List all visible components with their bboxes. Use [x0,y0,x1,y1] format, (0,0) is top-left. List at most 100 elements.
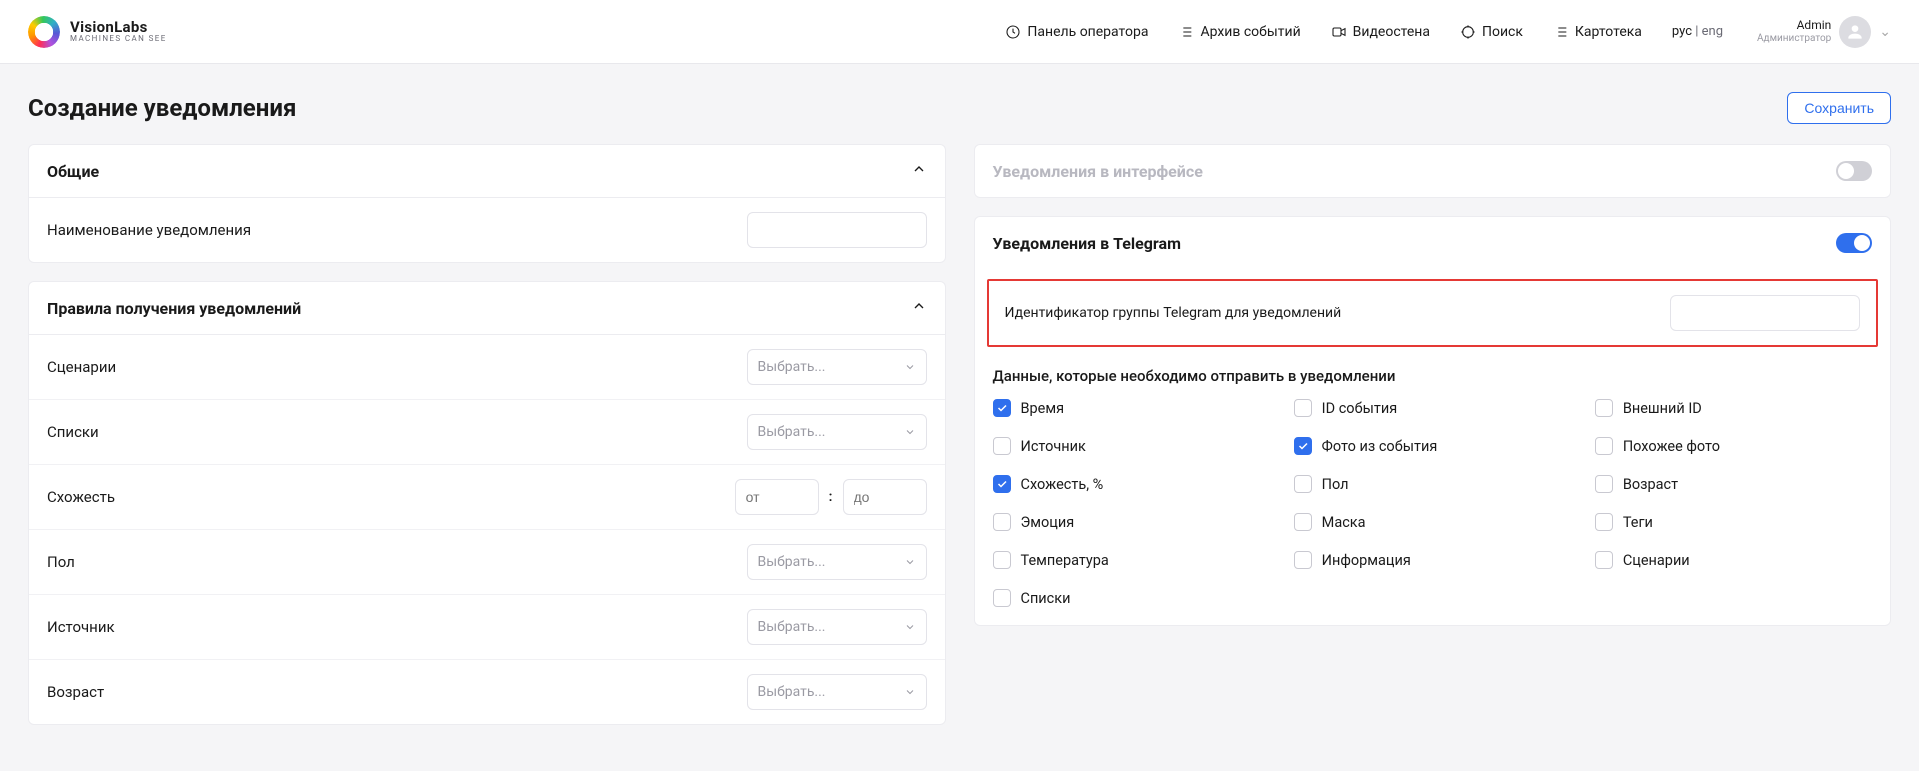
top-nav: Панель оператора Архив событий Видеостен… [1005,16,1891,48]
brand-text: VisionLabs MACHINES CAN SEE [70,20,167,43]
checkbox-lists[interactable]: Списки [993,589,1270,607]
checkbox-box-icon [1595,399,1613,417]
gender-select[interactable]: Выбрать... [747,544,927,580]
checkbox-box-icon [1595,437,1613,455]
checkbox-box-icon [1294,399,1312,417]
telegram-card: Уведомления в Telegram Идентификатор гру… [974,216,1892,626]
checkbox-box-icon [1294,475,1312,493]
brand-logo-icon [28,16,60,48]
save-button[interactable]: Сохранить [1787,92,1891,124]
nav-label: Картотека [1575,24,1642,40]
scenarios-select[interactable]: Выбрать... [747,349,927,385]
interface-notifications-toggle[interactable] [1836,161,1872,181]
checkbox-box-icon [993,513,1011,531]
telegram-checkbox-grid: Время ID события Внешний ID Источник Фото из… [975,399,1891,625]
general-card-header[interactable]: Общие [29,145,945,197]
chevron-down-icon [904,361,916,373]
similarity-label: Схожесть [47,488,115,506]
checkbox-time[interactable]: Время [993,399,1270,417]
brand[interactable]: VisionLabs MACHINES CAN SEE [28,16,167,48]
checkbox-event-id[interactable]: ID события [1294,399,1571,417]
checkbox-scenarios[interactable]: Сценарии [1595,551,1872,569]
checkbox-source[interactable]: Источник [993,437,1270,455]
checkbox-label: Пол [1322,476,1349,493]
checkbox-box-icon [993,437,1011,455]
lang-en[interactable]: eng [1702,24,1723,39]
range-separator: : [829,489,833,505]
similarity-to-input[interactable] [843,479,927,515]
checkbox-event-photo[interactable]: Фото из события [1294,437,1571,455]
checkbox-mask[interactable]: Маска [1294,513,1571,531]
checkbox-label: Маска [1322,514,1366,531]
checkbox-gender[interactable]: Пол [1294,475,1571,493]
list-icon [1553,24,1569,40]
checkbox-label: Возраст [1623,476,1678,493]
nav-label: Видеостена [1353,24,1430,40]
nav-event-archive[interactable]: Архив событий [1178,24,1300,40]
checkbox-box-icon [1595,475,1613,493]
target-icon [1460,24,1476,40]
checkbox-age[interactable]: Возраст [1595,475,1872,493]
scenarios-label: Сценарии [47,358,116,376]
checkbox-box-icon [1294,437,1312,455]
lists-select[interactable]: Выбрать... [747,414,927,450]
interface-notifications-title: Уведомления в интерфейсе [993,162,1203,181]
source-select[interactable]: Выбрать... [747,609,927,645]
telegram-data-title: Данные, которые необходимо отправить в у… [975,363,1891,399]
nav-label: Архив событий [1200,24,1300,40]
checkbox-similarity[interactable]: Схожесть, % [993,475,1270,493]
left-column: Общие Наименование уведомления Правила п… [28,144,946,743]
user-names: Admin Администратор [1757,19,1831,44]
language-switch[interactable]: рус | eng [1672,24,1723,39]
notification-name-input[interactable] [747,212,927,248]
checkbox-box-icon [1294,551,1312,569]
checkbox-label: Источник [1021,438,1086,455]
brand-title: VisionLabs [70,20,167,35]
checkbox-label: Схожесть, % [1021,476,1104,493]
checkbox-emotion[interactable]: Эмоция [993,513,1270,531]
telegram-group-id-label: Идентификатор группы Telegram для уведом… [1005,305,1342,321]
rules-card-header[interactable]: Правила получения уведомлений [29,282,945,334]
nav-operator-panel[interactable]: Панель оператора [1005,24,1148,40]
lang-ru[interactable]: рус [1672,24,1692,39]
checkbox-label: Списки [1021,590,1071,607]
nav-videowall[interactable]: Видеостена [1331,24,1430,40]
age-label: Возраст [47,683,104,701]
age-select[interactable]: Выбрать... [747,674,927,710]
chevron-down-icon [904,686,916,698]
checkbox-info[interactable]: Информация [1294,551,1571,569]
rules-card: Правила получения уведомлений Сценарии В… [28,281,946,725]
telegram-header: Уведомления в Telegram [975,217,1891,269]
checkbox-temperature[interactable]: Температура [993,551,1270,569]
similarity-from-input[interactable] [735,479,819,515]
checkbox-label: Внешний ID [1623,400,1702,417]
source-label: Источник [47,618,115,636]
nav-label: Панель оператора [1027,24,1148,40]
app-header: VisionLabs MACHINES CAN SEE Панель опера… [0,0,1919,64]
checkbox-box-icon [993,589,1011,607]
general-card: Общие Наименование уведомления [28,144,946,263]
telegram-group-id-input[interactable] [1670,295,1860,331]
checkbox-label: Теги [1623,514,1653,531]
chevron-up-icon [911,161,927,181]
telegram-toggle[interactable] [1836,233,1872,253]
checkbox-label: Похожее фото [1623,438,1720,455]
lists-label: Списки [47,423,99,441]
nav-search[interactable]: Поиск [1460,24,1523,40]
checkbox-label: Эмоция [1021,514,1075,531]
checkbox-tags[interactable]: Теги [1595,513,1872,531]
chevron-down-icon: ⌄ [1879,24,1891,40]
checkbox-label: Информация [1322,552,1411,569]
columns: Общие Наименование уведомления Правила п… [28,144,1891,743]
checkbox-box-icon [1595,551,1613,569]
user-menu[interactable]: Admin Администратор ⌄ [1757,16,1891,48]
chevron-down-icon [904,556,916,568]
interface-notifications-card: Уведомления в интерфейсе [974,144,1892,198]
user-role: Администратор [1757,33,1831,45]
nav-card-index[interactable]: Картотека [1553,24,1642,40]
checkbox-similar-photo[interactable]: Похожее фото [1595,437,1872,455]
checkbox-label: Фото из события [1322,438,1438,455]
checkbox-external-id[interactable]: Внешний ID [1595,399,1872,417]
right-column: Уведомления в интерфейсе Уведомления в T… [974,144,1892,644]
general-title: Общие [47,162,99,181]
